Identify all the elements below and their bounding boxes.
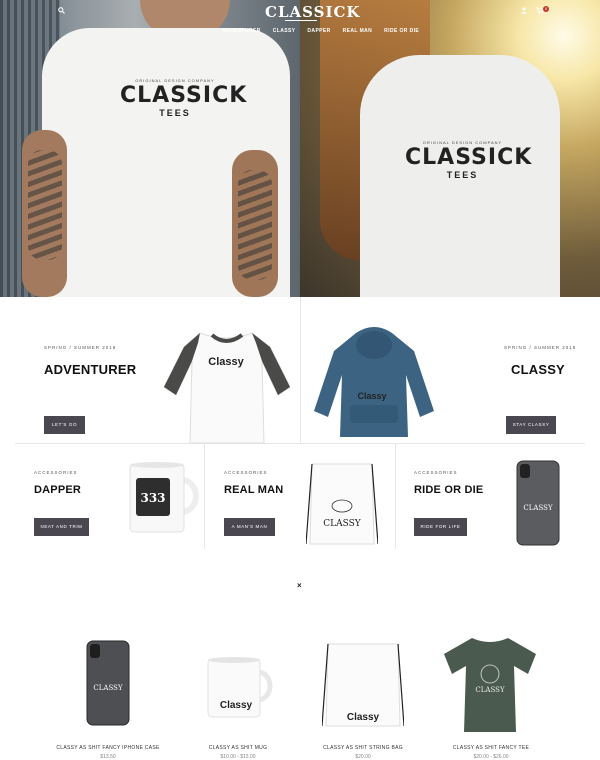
accessory-eyebrow: ACCESSORIES	[414, 470, 458, 475]
tee-logo-title: CLASSICK	[405, 145, 533, 170]
lets-go-button[interactable]: LET'S GO	[44, 416, 85, 434]
product-name[interactable]: CLASSY AS SHIT STRING BAG	[293, 745, 433, 751]
tee-logo-title: CLASSICK	[120, 83, 248, 108]
stay-classy-button[interactable]: STAY CLASSY	[506, 416, 556, 434]
accessory-eyebrow: ACCESSORIES	[224, 470, 268, 475]
mug-product-print: Classy	[220, 700, 253, 711]
product-image-iphone-case[interactable]: CLASSY	[86, 640, 130, 726]
product-name[interactable]: CLASSY AS SHIT FANCY IPHONE CASE	[38, 745, 178, 751]
raglan-tee-image[interactable]: Classy	[162, 325, 290, 445]
tee-logo-sub: TEES	[159, 108, 191, 118]
product-name[interactable]: CLASSY AS SHIT MUG	[168, 745, 308, 751]
feature-title[interactable]: ADVENTURER	[44, 362, 136, 377]
hero-arm-left	[22, 130, 67, 297]
site-logo[interactable]: CLASSICK	[265, 3, 359, 21]
search-icon[interactable]	[58, 7, 65, 16]
feature-eyebrow: SPRING / SUMMER 2019	[504, 345, 577, 350]
nav-item-ride-or-die[interactable]: RIDE OR DIE	[384, 28, 419, 34]
phone-case-image[interactable]: CLASSY	[516, 460, 560, 546]
hero-banner: ORIGINAL DESIGN COMPANY CLASSICK TEES OR…	[0, 0, 600, 297]
nav-item-classy[interactable]: CLASSY	[273, 28, 296, 34]
accessory-title[interactable]: REAL MAN	[224, 484, 283, 496]
string-bag-image[interactable]: CLASSY	[306, 460, 378, 546]
divider	[15, 443, 585, 444]
product-image-mug[interactable]: Classy	[206, 656, 276, 720]
tattoo	[28, 150, 62, 260]
phone-case-print: CLASSY	[523, 504, 553, 512]
mug-image[interactable]: 333	[128, 460, 202, 536]
cart-count-badge: 0	[543, 6, 549, 12]
tee-product-print: CLASSY	[475, 686, 505, 694]
close-icon[interactable]: ×	[297, 581, 302, 590]
nav-item-adventurer[interactable]: ADVENTURER	[222, 28, 261, 34]
accessory-eyebrow: ACCESSORIES	[34, 470, 78, 475]
hoodie-print: Classy	[357, 391, 386, 401]
mug-print: 333	[140, 491, 165, 505]
hoodie-image[interactable]: Classy	[310, 325, 438, 440]
nav-item-dapper[interactable]: DAPPER	[307, 28, 330, 34]
hero-arm-right	[232, 150, 278, 297]
site-header: CLASSICK ADVENTURER CLASSY DAPPER REAL M…	[0, 0, 600, 40]
tattoo	[238, 170, 272, 280]
accessory-title[interactable]: DAPPER	[34, 484, 81, 496]
product-price: $10.00 - $13.00	[220, 754, 256, 760]
feature-eyebrow: SPRING / SUMMER 2019	[44, 345, 117, 350]
accessory-title[interactable]: RIDE OR DIE	[414, 484, 483, 496]
account-icon[interactable]	[521, 7, 527, 16]
hero-image-man: ORIGINAL DESIGN COMPANY CLASSICK TEES	[0, 0, 300, 297]
product-price: $20.00 - $26.00	[473, 754, 509, 760]
nav-item-real-man[interactable]: REAL MAN	[343, 28, 373, 34]
string-bag-print: CLASSY	[323, 519, 362, 529]
product-price: $20.00	[355, 754, 371, 760]
divider	[300, 297, 301, 443]
product-price: $13.50	[100, 754, 116, 760]
feature-title[interactable]: CLASSY	[511, 362, 565, 377]
neat-and-trim-button[interactable]: NEAT AND TRIM	[34, 518, 89, 536]
ride-for-life-button[interactable]: RIDE FOR LIFE	[414, 518, 467, 536]
a-mans-man-button[interactable]: A MAN'S MAN	[224, 518, 275, 536]
divider	[395, 444, 396, 549]
raglan-tee-print: Classy	[208, 356, 244, 368]
iphone-case-print: CLASSY	[93, 684, 123, 692]
product-name[interactable]: CLASSY AS SHIT FANCY TEE	[421, 745, 561, 751]
string-bag-product-print: Classy	[347, 712, 380, 723]
divider	[204, 444, 205, 549]
product-image-string-bag[interactable]: Classy	[322, 640, 404, 730]
main-nav: ADVENTURER CLASSY DAPPER REAL MAN RIDE O…	[222, 28, 431, 34]
tee-logo: ORIGINAL DESIGN COMPANY CLASSICK TEES	[405, 140, 533, 180]
tee-logo-sub: TEES	[446, 170, 479, 180]
product-image-tee[interactable]: CLASSY	[440, 634, 540, 734]
logo-underline	[285, 20, 317, 21]
tee-logo: ORIGINAL DESIGN COMPANY CLASSICK TEES	[120, 78, 248, 118]
